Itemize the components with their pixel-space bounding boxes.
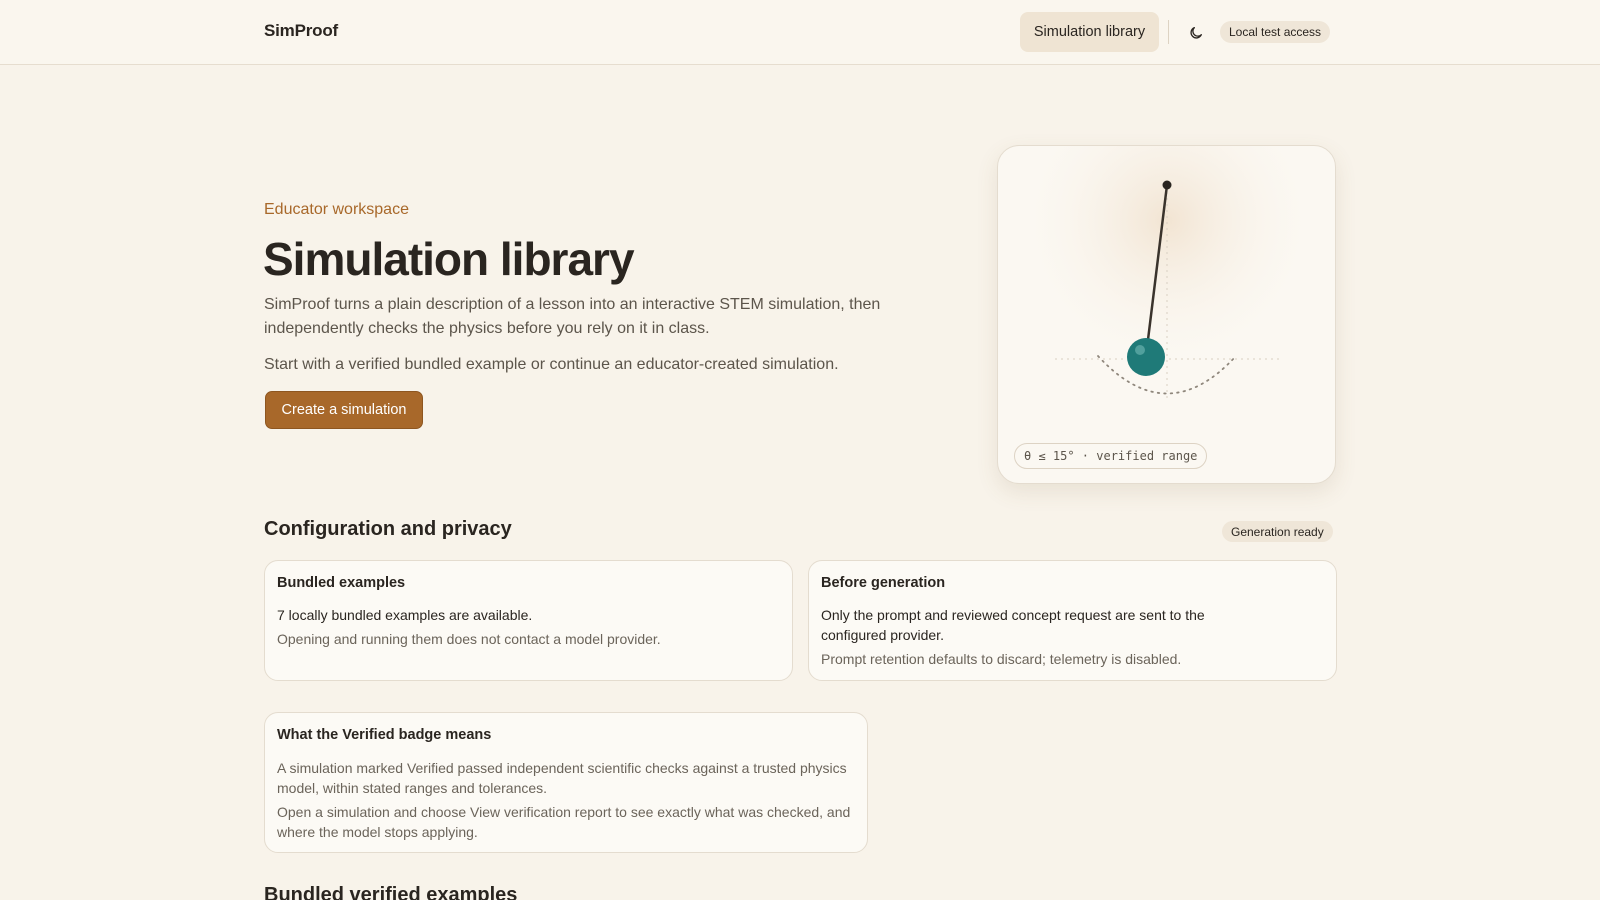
moon-icon: [1190, 27, 1202, 39]
nav-divider: [1168, 20, 1169, 44]
generation-status-badge: Generation ready: [1222, 521, 1333, 542]
pendulum-illustration: [998, 146, 1335, 483]
card-title: Before generation: [821, 575, 946, 591]
hero-subtext: Start with a verified bundled example or…: [264, 356, 839, 373]
verified-range-chip: θ ≤ 15° · verified range: [1014, 443, 1208, 469]
hero-description: SimProof turns a plain description of a …: [264, 296, 881, 337]
top-bar: SimProof Simulation library Local test a…: [0, 0, 1600, 65]
card-title: What the Verified badge means: [277, 727, 492, 743]
card-primary-text: Only the prompt and reviewed concept req…: [821, 607, 1205, 643]
pendulum-bob: [1127, 338, 1165, 376]
create-simulation-button[interactable]: Create a simulation: [265, 391, 423, 429]
section-title-bundled-examples: Bundled verified examples: [264, 884, 518, 900]
pendulum-glow: [998, 146, 1335, 483]
pendulum-preview-card: θ ≤ 15° · verified range: [997, 145, 1336, 484]
card-before-generation: Before generation Only the prompt and re…: [808, 560, 1337, 681]
page-title: Simulation library: [263, 233, 635, 285]
access-badge: Local test access: [1220, 21, 1331, 43]
nav-simulation-library[interactable]: Simulation library: [1020, 12, 1159, 52]
theme-toggle-button[interactable]: [1182, 20, 1210, 46]
bob-highlight: [1135, 345, 1145, 355]
section-title-configuration: Configuration and privacy: [264, 518, 512, 540]
card-primary-text: 7 locally bundled examples are available…: [277, 607, 533, 623]
eyebrow-label: Educator workspace: [264, 201, 409, 218]
card-secondary-text: A simulation marked Verified passed inde…: [277, 760, 847, 796]
card-title: Bundled examples: [277, 575, 406, 591]
pivot-point: [1162, 180, 1172, 190]
card-secondary-text: Opening and running them does not contac…: [277, 631, 661, 647]
card-bundled-examples: Bundled examples 7 locally bundled examp…: [264, 560, 793, 681]
card-verified-badge-info: What the Verified badge means A simulati…: [264, 712, 868, 853]
card-secondary-text: Prompt retention defaults to discard; te…: [821, 651, 1182, 667]
brand-logo[interactable]: SimProof: [264, 21, 338, 41]
card-tertiary-text: Open a simulation and choose View verifi…: [277, 804, 851, 840]
